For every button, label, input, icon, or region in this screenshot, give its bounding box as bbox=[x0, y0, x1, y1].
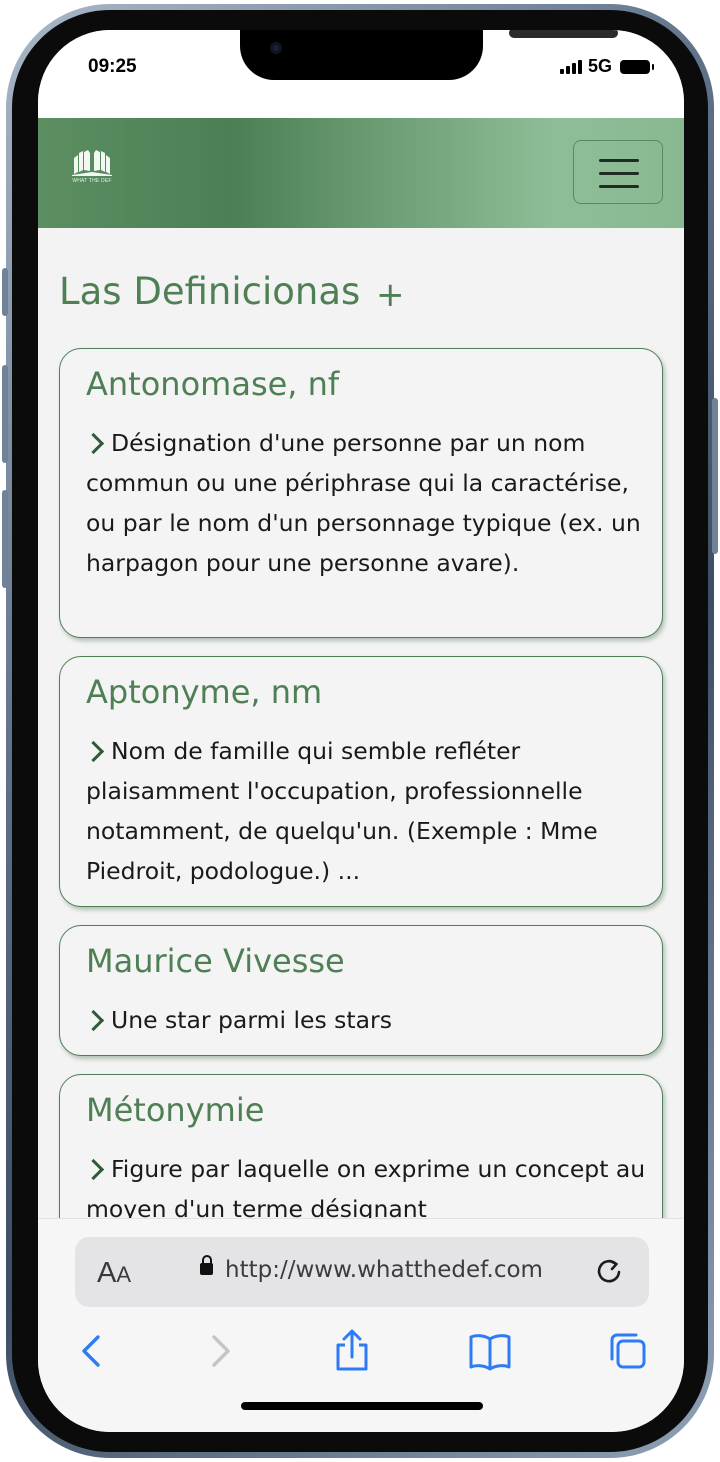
status-indicators: 5G bbox=[559, 56, 654, 77]
network-label: 5G bbox=[587, 56, 612, 76]
battery-icon bbox=[620, 59, 654, 74]
book-logo-icon bbox=[72, 150, 112, 176]
main-content: Las Definicionas + Antonomase, nf Désign… bbox=[38, 228, 684, 1218]
volume-down-button bbox=[2, 490, 8, 588]
site-header: WHAT THE DEF bbox=[38, 118, 684, 228]
chevron-right-icon bbox=[82, 1158, 105, 1181]
home-indicator[interactable] bbox=[241, 1402, 483, 1410]
chevron-right-icon bbox=[82, 740, 105, 763]
tabs-icon[interactable] bbox=[606, 1329, 650, 1373]
definition-body: Figure par laquelle on exprime un concep… bbox=[82, 1149, 646, 1218]
definition-text: Une star parmi les stars bbox=[111, 1006, 392, 1034]
back-icon[interactable] bbox=[70, 1329, 114, 1373]
chevron-right-icon bbox=[82, 432, 105, 455]
signal-icon bbox=[559, 59, 582, 74]
definition-term: Métonymie bbox=[86, 1091, 265, 1129]
notch bbox=[240, 30, 618, 80]
definition-body: Nom de famille qui semble refléter plais… bbox=[82, 731, 646, 891]
status-bar: 09:25 5G bbox=[38, 30, 684, 118]
volume-up-button bbox=[2, 365, 8, 463]
address-bar[interactable]: AA http://www.whatthedef.com bbox=[75, 1237, 649, 1307]
lock-icon bbox=[200, 1255, 213, 1275]
definition-body: Désignation d'une personne par un nom co… bbox=[82, 423, 646, 583]
share-icon[interactable] bbox=[330, 1329, 374, 1373]
definition-text: Nom de famille qui semble refléter plais… bbox=[86, 737, 598, 885]
site-logo[interactable]: WHAT THE DEF bbox=[68, 150, 116, 190]
definition-card[interactable]: Métonymie Figure par laquelle on exprime… bbox=[59, 1074, 663, 1218]
definition-text: Figure par laquelle on exprime un concep… bbox=[86, 1155, 646, 1218]
forward-icon[interactable] bbox=[198, 1329, 242, 1373]
phone-frame: 09:25 5G WHAT THE DEF Las Definicionas +… bbox=[0, 0, 720, 1462]
screen: 09:25 5G WHAT THE DEF Las Definicionas +… bbox=[38, 30, 684, 1432]
definition-term: Aptonyme, nm bbox=[86, 673, 323, 711]
reload-icon[interactable] bbox=[593, 1255, 625, 1287]
logo-text: WHAT THE DEF bbox=[72, 178, 112, 184]
browser-bar: AA http://www.whatthedef.com bbox=[38, 1218, 684, 1432]
definition-term: Maurice Vivesse bbox=[86, 942, 345, 980]
mute-switch bbox=[2, 268, 8, 316]
url-text[interactable]: http://www.whatthedef.com bbox=[225, 1257, 543, 1283]
definition-card[interactable]: Maurice Vivesse Une star parmi les stars bbox=[59, 925, 663, 1056]
page-title: Las Definicionas bbox=[59, 270, 361, 313]
definition-body: Une star parmi les stars bbox=[82, 1000, 646, 1040]
definition-card[interactable]: Aptonyme, nm Nom de famille qui semble r… bbox=[59, 656, 663, 907]
front-camera bbox=[270, 42, 282, 54]
definition-card[interactable]: Antonomase, nf Désignation d'une personn… bbox=[59, 348, 663, 638]
earpiece-speaker bbox=[509, 30, 618, 38]
menu-button[interactable] bbox=[573, 140, 663, 204]
add-definition-button[interactable]: + bbox=[376, 278, 405, 312]
text-size-button[interactable]: AA bbox=[97, 1257, 131, 1290]
chevron-right-icon bbox=[82, 1009, 105, 1032]
definition-term: Antonomase, nf bbox=[86, 365, 340, 403]
hamburger-icon bbox=[599, 159, 639, 162]
bookmarks-icon[interactable] bbox=[468, 1329, 512, 1373]
status-time: 09:25 bbox=[88, 56, 137, 77]
definition-text: Désignation d'une personne par un nom co… bbox=[86, 429, 641, 577]
power-button bbox=[712, 398, 718, 554]
